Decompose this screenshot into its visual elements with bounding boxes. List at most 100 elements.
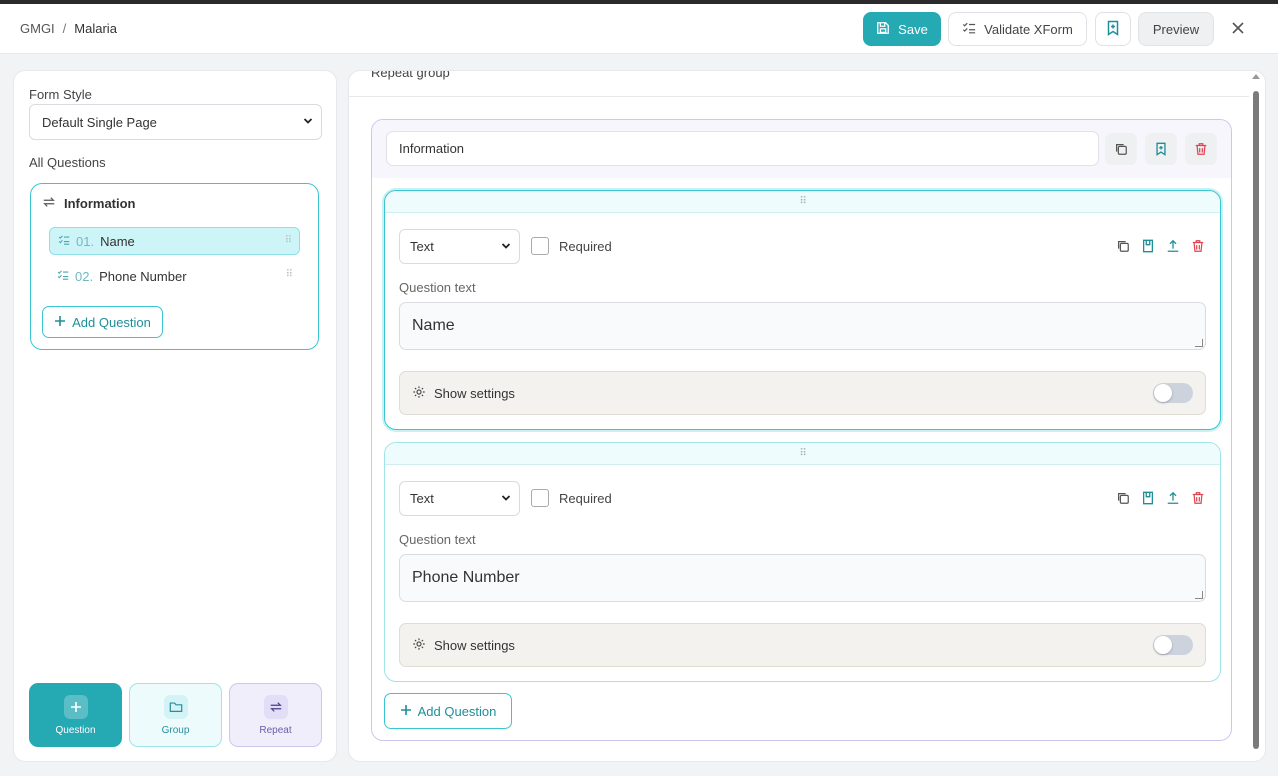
preview-button[interactable]: Preview <box>1138 12 1214 46</box>
trash-icon[interactable] <box>1190 238 1206 254</box>
show-settings-toggle[interactable] <box>1153 383 1193 403</box>
plus-icon <box>400 704 412 719</box>
required-checkbox[interactable] <box>531 489 549 507</box>
delete-group-button[interactable] <box>1185 133 1217 165</box>
bookmark-button[interactable] <box>1095 12 1131 46</box>
copy-icon <box>1116 144 1127 155</box>
add-question-tool[interactable]: Question <box>29 683 122 747</box>
group-name-input[interactable]: Information <box>386 131 1099 166</box>
copy-icon[interactable] <box>1115 490 1131 506</box>
save-icon <box>876 21 890 38</box>
breadcrumb-current: Malaria <box>74 21 117 36</box>
resize-handle[interactable] <box>1195 591 1203 599</box>
tree-group-header[interactable]: Information <box>42 195 136 212</box>
sidebar-add-question-button[interactable]: Add Question <box>42 306 163 338</box>
copy-icon[interactable] <box>1115 238 1131 254</box>
question-text-label: Question text <box>399 532 476 547</box>
tree-item-label: Phone Number <box>99 268 187 284</box>
breadcrumb-separator: / <box>62 21 67 36</box>
tool-repeat-label: Repeat <box>259 724 292 736</box>
save-button-label: Save <box>898 21 928 37</box>
required-checkbox[interactable] <box>531 237 549 255</box>
chevron-down-icon <box>501 495 511 501</box>
bookmark-group-button[interactable] <box>1145 133 1177 165</box>
scroll-up-arrow-icon[interactable] <box>1252 74 1260 79</box>
gear-icon <box>412 385 426 402</box>
toggle-knob <box>1154 384 1172 402</box>
question-text-label: Question text <box>399 280 476 295</box>
group-add-question-button[interactable]: Add Question <box>384 693 512 729</box>
question-type-select[interactable]: Text <box>399 481 520 516</box>
show-settings-label: Show settings <box>434 637 515 653</box>
show-settings-toggle[interactable] <box>1153 635 1193 655</box>
question-type-select[interactable]: Text <box>399 229 520 264</box>
repeat-group-header: Information <box>372 120 1231 178</box>
chevron-down-icon <box>501 243 511 249</box>
question-type-value: Text <box>410 239 434 254</box>
add-question-label: Add Question <box>417 703 497 719</box>
question-actions <box>1115 238 1206 254</box>
question-type-value: Text <box>410 491 434 506</box>
required-checkbox-wrap: Required <box>531 489 612 507</box>
upload-icon[interactable] <box>1165 238 1181 254</box>
tree-item-number: 02. <box>75 268 94 284</box>
group-name-value: Information <box>399 141 465 156</box>
drag-handle-icon[interactable]: ⠿ <box>385 443 1220 465</box>
tree-item-number: 01. <box>76 233 95 249</box>
section-divider <box>349 96 1249 97</box>
tool-group-label: Group <box>161 724 190 736</box>
add-question-label: Add Question <box>72 314 151 330</box>
repeat-icon <box>42 195 56 212</box>
required-label: Required <box>559 490 612 506</box>
gear-icon <box>412 637 426 654</box>
app-header: GMGI / Malaria Save Validate XForm Previ… <box>0 4 1278 54</box>
upload-icon[interactable] <box>1165 490 1181 506</box>
drag-handle-icon[interactable]: ⠿ <box>286 269 293 280</box>
save-icon[interactable] <box>1140 490 1156 506</box>
save-icon[interactable] <box>1140 238 1156 254</box>
trash-icon[interactable] <box>1190 490 1206 506</box>
question-text-value: Phone Number <box>412 569 520 586</box>
required-label: Required <box>559 238 612 254</box>
validate-xform-button[interactable]: Validate XForm <box>948 12 1087 46</box>
close-button[interactable] <box>1226 17 1250 41</box>
resize-handle[interactable] <box>1195 339 1203 347</box>
drag-handle-icon[interactable]: ⠿ <box>385 191 1220 213</box>
add-group-tool[interactable]: Group <box>129 683 222 747</box>
question-tree: Information 01. Name ⠿ 02. Phone Number … <box>30 183 319 350</box>
repeat-icon <box>263 694 288 719</box>
question-card: ⠿ Text Required Question text Name Show … <box>384 190 1221 430</box>
question-actions <box>1115 490 1206 506</box>
question-sidebar: Form Style Default Single Page All Quest… <box>13 70 337 762</box>
all-questions-label: All Questions <box>29 155 106 170</box>
checklist-icon <box>58 234 70 249</box>
form-style-value: Default Single Page <box>42 114 157 130</box>
tree-item-name[interactable]: 01. Name ⠿ <box>49 227 300 255</box>
question-text-input[interactable]: Phone Number <box>399 554 1206 602</box>
bookmark-plus-icon <box>1105 20 1121 39</box>
save-button[interactable]: Save <box>863 12 941 46</box>
checklist-icon <box>962 21 976 38</box>
tree-item-phone-number[interactable]: 02. Phone Number ⠿ <box>49 262 300 290</box>
close-icon <box>1231 19 1245 40</box>
checklist-icon <box>57 269 69 284</box>
breadcrumb-root[interactable]: GMGI <box>20 21 55 36</box>
breadcrumb: GMGI / Malaria <box>20 21 117 36</box>
drag-handle-icon[interactable]: ⠿ <box>285 235 292 246</box>
folder-icon <box>163 694 188 719</box>
scrollbar[interactable] <box>1252 71 1263 761</box>
question-card: ⠿ Text Required Question text Phone Numb… <box>384 442 1221 682</box>
plus-icon <box>54 315 66 330</box>
plus-icon <box>63 694 88 719</box>
show-settings-row[interactable]: Show settings <box>399 371 1206 415</box>
tool-question-label: Question <box>55 724 96 736</box>
form-style-select[interactable]: Default Single Page <box>29 104 322 140</box>
duplicate-group-button[interactable] <box>1105 133 1137 165</box>
scrollbar-thumb[interactable] <box>1253 91 1259 749</box>
form-editor: Repeat group Information ⠿ Text Required… <box>348 70 1266 762</box>
add-repeat-tool[interactable]: Repeat <box>229 683 322 747</box>
show-settings-row[interactable]: Show settings <box>399 623 1206 667</box>
question-text-input[interactable]: Name <box>399 302 1206 350</box>
tree-group-name: Information <box>64 196 136 211</box>
tree-item-label: Name <box>100 233 135 249</box>
